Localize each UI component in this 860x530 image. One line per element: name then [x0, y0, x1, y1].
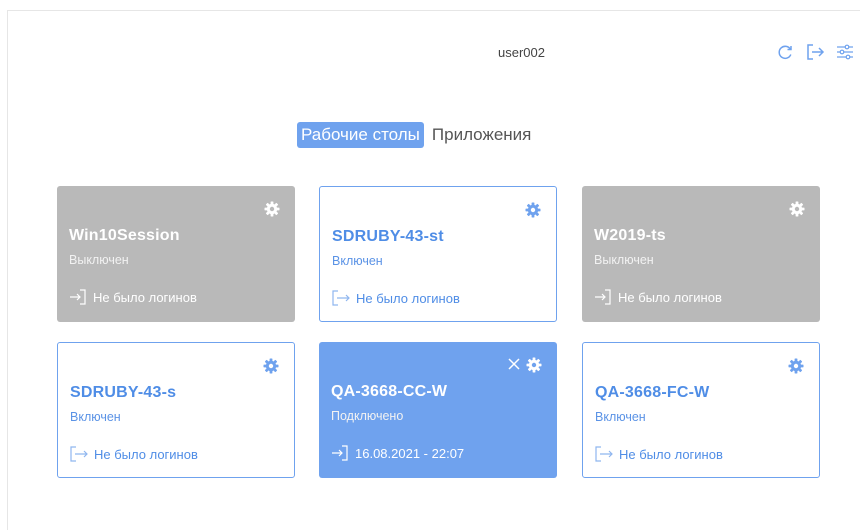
card-login-text: Не было логинов	[619, 446, 723, 462]
card-last-login: Не было логинов	[69, 289, 197, 305]
card-status: Выключен	[69, 253, 129, 267]
card-login-text: Не было логинов	[93, 289, 197, 305]
card-title: QA-3668-FC-W	[595, 384, 710, 401]
card-status: Подключено	[331, 409, 404, 423]
login-icon	[332, 445, 348, 461]
refresh-icon[interactable]	[775, 42, 795, 62]
gear-icon[interactable]	[788, 358, 804, 374]
card-title: W2019-ts	[594, 227, 666, 244]
tab-applications[interactable]: Приложения	[428, 122, 535, 148]
card-status: Включен	[595, 410, 646, 424]
card-title: QA-3668-CC-W	[331, 383, 448, 400]
desktop-card-win10session[interactable]: Win10Session Выключен Не было логинов	[57, 186, 295, 322]
card-title: Win10Session	[69, 227, 180, 244]
card-login-text: Не было логинов	[356, 290, 460, 306]
username-label: user002	[498, 45, 545, 60]
desktop-card-w2019-ts[interactable]: W2019-ts Выключен Не было логинов	[582, 186, 820, 322]
card-status: Включен	[332, 254, 383, 268]
card-status: Выключен	[594, 253, 654, 267]
desktop-card-sdruby-43-st[interactable]: SDRUBY-43-st Включен Не было логинов	[319, 186, 557, 322]
close-icon[interactable]	[507, 357, 521, 371]
login-icon	[595, 289, 611, 305]
card-last-login: 16.08.2021 - 22:07	[331, 445, 464, 461]
gear-icon[interactable]	[789, 201, 805, 217]
tab-bar: Рабочие столы Приложения	[297, 120, 535, 150]
desktop-card-sdruby-43-s[interactable]: SDRUBY-43-s Включен Не было логинов	[57, 342, 295, 478]
gear-icon[interactable]	[264, 201, 280, 217]
card-title: SDRUBY-43-st	[332, 228, 444, 245]
login-icon	[595, 446, 613, 462]
gear-icon[interactable]	[525, 202, 541, 218]
card-title: SDRUBY-43-s	[70, 384, 177, 401]
desktop-card-qa-3668-fc-w[interactable]: QA-3668-FC-W Включен Не было логинов	[582, 342, 820, 478]
settings-sliders-icon[interactable]	[835, 42, 855, 62]
tab-desktops[interactable]: Рабочие столы	[297, 122, 424, 148]
card-status: Включен	[70, 410, 121, 424]
card-login-text: 16.08.2021 - 22:07	[355, 445, 465, 461]
login-icon	[332, 290, 350, 306]
gear-icon[interactable]	[263, 358, 279, 374]
login-icon	[70, 446, 88, 462]
card-last-login: Не было логинов	[70, 446, 198, 462]
logout-icon[interactable]	[805, 42, 825, 62]
desktop-card-qa-3668-cc-w[interactable]: QA-3668-CC-W Подключено 16.08.2021 - 22:…	[319, 342, 557, 478]
card-last-login: Не было логинов	[595, 446, 723, 462]
card-last-login: Не было логинов	[594, 289, 722, 305]
card-login-text: Не было логинов	[618, 289, 722, 305]
card-login-text: Не было логинов	[94, 446, 198, 462]
gear-icon[interactable]	[526, 357, 542, 373]
card-last-login: Не было логинов	[332, 290, 460, 306]
login-icon	[70, 289, 86, 305]
